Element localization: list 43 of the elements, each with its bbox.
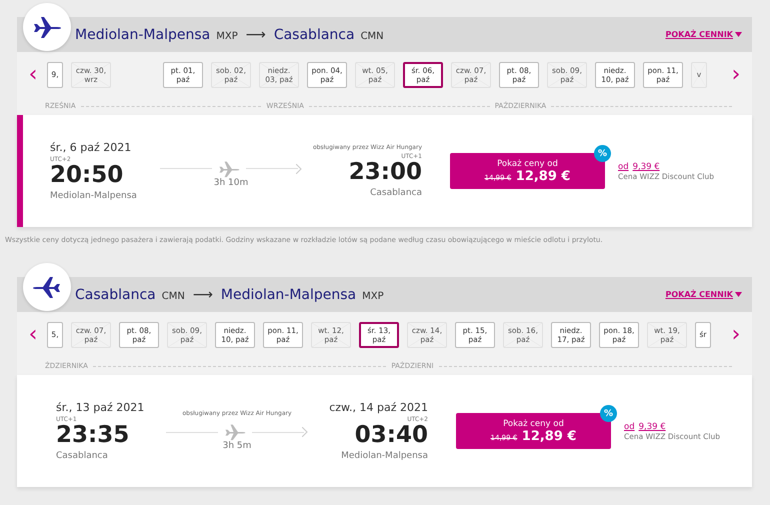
- arrival-date: czw., 14 paź 2021: [329, 401, 428, 414]
- plane-icon: [224, 423, 246, 442]
- origin-code: CMN: [162, 290, 185, 302]
- origin-code: MXP: [216, 30, 238, 42]
- plane-icon: [218, 160, 240, 178]
- discount-badge: %: [600, 405, 617, 422]
- dropdown-caret-icon: [735, 292, 742, 297]
- price-list-link[interactable]: POKAŻ CENNIK: [665, 30, 742, 39]
- destination-city: Casablanca: [274, 26, 355, 42]
- dropdown-caret-icon: [735, 32, 742, 37]
- arrival-airport: Mediolan-Malpensa: [341, 450, 428, 461]
- next-button[interactable]: ›: [726, 62, 746, 87]
- route-arrow: ⟶: [246, 26, 266, 42]
- origin-city: Casablanca: [75, 286, 156, 302]
- route-arrow: ⟶: [192, 286, 213, 302]
- departure-time: 20:50: [50, 163, 124, 188]
- next-button[interactable]: ›: [726, 322, 746, 347]
- plane-icon: [23, 263, 71, 311]
- arrival-time: 03:40: [354, 423, 428, 448]
- previous-button[interactable]: ‹: [23, 62, 43, 87]
- departure-date: śr., 6 paź 2021: [50, 141, 132, 154]
- club-from-link[interactable]: od: [624, 422, 635, 432]
- departure-airport: Mediolan-Malpensa: [50, 190, 137, 201]
- departure-time: 23:35: [56, 423, 130, 448]
- price-list-link[interactable]: POKAŻ CENNIK: [665, 290, 742, 299]
- arrival-airport: Casablanca: [370, 188, 422, 198]
- flight-duration: 3h 10m: [214, 178, 248, 188]
- club-from-link[interactable]: od: [618, 162, 629, 172]
- plane-icon: [23, 3, 71, 51]
- destination-code: MXP: [362, 290, 384, 302]
- destination-code: CMN: [360, 30, 384, 42]
- club-price-link[interactable]: 9,39 €: [632, 162, 660, 172]
- destination-city: Mediolan-Malpensa: [220, 286, 356, 302]
- club-price-link[interactable]: 9,39 €: [638, 422, 666, 432]
- arrowhead-icon: [302, 427, 308, 438]
- origin-city: Mediolan-Malpensa: [75, 26, 210, 42]
- arrival-time: 23:00: [348, 160, 422, 185]
- arrowhead-icon: [296, 164, 302, 174]
- flight-duration: 3h 5m: [222, 441, 252, 452]
- discount-badge: %: [594, 145, 611, 162]
- previous-button[interactable]: ‹: [23, 322, 43, 347]
- departure-date: śr., 13 paź 2021: [56, 401, 144, 414]
- departure-airport: Casablanca: [56, 450, 108, 461]
